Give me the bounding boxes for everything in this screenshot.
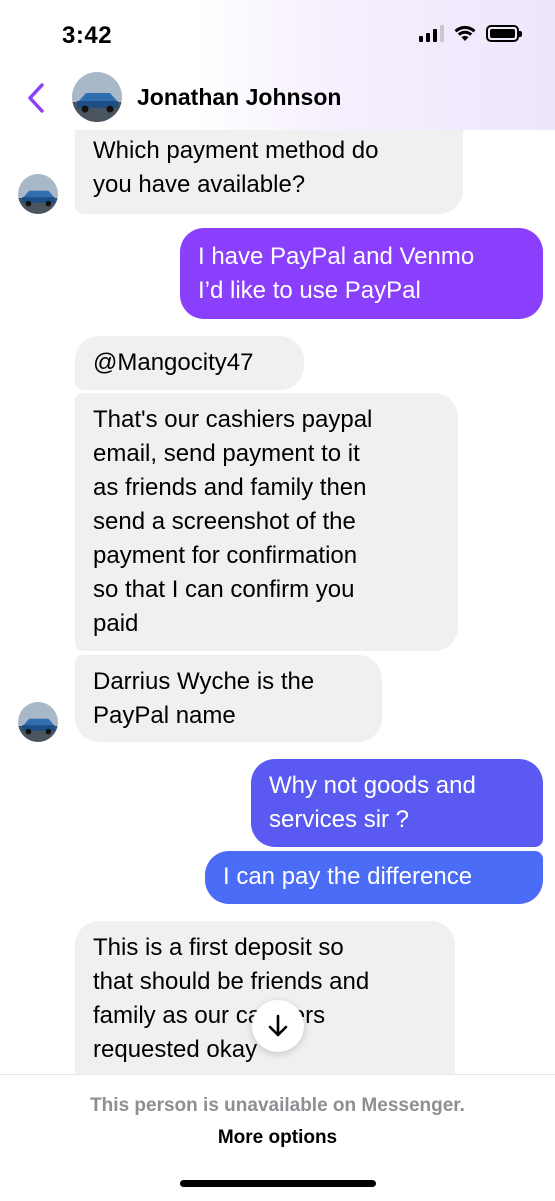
message-bubble[interactable]: I can pay the difference bbox=[205, 851, 543, 904]
message-line: paid bbox=[93, 610, 139, 637]
message-line: that should be friends and bbox=[93, 968, 370, 995]
message-bubble[interactable]: Why not goods and services sir ? bbox=[251, 759, 543, 847]
contact-name[interactable]: Jonathan Johnson bbox=[137, 84, 341, 111]
message-line: This is a first deposit so bbox=[93, 934, 344, 961]
message-line: send a screenshot of the bbox=[93, 508, 356, 535]
message-line: I’d like to use PayPal bbox=[198, 277, 421, 304]
message-line: I can pay the difference bbox=[223, 863, 473, 890]
message-line: I have PayPal and Venmo bbox=[198, 243, 475, 270]
scroll-to-bottom-button[interactable] bbox=[252, 1000, 304, 1052]
avatar[interactable] bbox=[18, 174, 58, 214]
more-options-button[interactable]: More options bbox=[0, 1127, 555, 1149]
message-line: as friends and family then bbox=[93, 474, 367, 501]
message-line: email, send payment to it bbox=[93, 440, 360, 467]
header-bar: 3:42 Jonathan Johnson bbox=[0, 0, 555, 130]
message-line: Why not goods and bbox=[269, 772, 476, 799]
message-line: @Mangocity47 bbox=[93, 349, 254, 376]
message-bubble[interactable]: Darrius Wyche is the PayPal name bbox=[75, 655, 382, 742]
message-bubble[interactable]: That's our cashiers paypal email, send p… bbox=[75, 393, 458, 651]
status-icons bbox=[419, 24, 522, 42]
avatar[interactable] bbox=[18, 702, 58, 742]
home-indicator[interactable] bbox=[180, 1180, 376, 1187]
unavailable-notice: This person is unavailable on Messenger. bbox=[90, 1095, 465, 1116]
arrow-down-icon bbox=[268, 1014, 288, 1037]
chevron-left-icon[interactable] bbox=[22, 80, 52, 116]
message-line: you have available? bbox=[93, 171, 306, 198]
message-line: services sir ? bbox=[269, 806, 410, 833]
message-line: Darrius Wyche is the bbox=[93, 668, 315, 695]
message-line: PayPal name bbox=[93, 702, 236, 729]
battery-icon bbox=[486, 24, 522, 42]
message-line: Which payment method do bbox=[93, 137, 379, 164]
message-bubble[interactable]: I have PayPal and Venmo I’d like to use … bbox=[180, 228, 543, 319]
message-line: so that I can confirm you bbox=[93, 576, 355, 603]
message-bubble[interactable]: @Mangocity47 bbox=[75, 336, 304, 390]
avatar[interactable] bbox=[72, 72, 122, 122]
cellular-signal-icon bbox=[419, 24, 444, 42]
message-line: That's our cashiers paypal bbox=[93, 406, 373, 433]
wifi-icon bbox=[454, 25, 476, 41]
message-bubble[interactable]: Which payment method do you have availab… bbox=[75, 130, 463, 214]
status-time: 3:42 bbox=[62, 22, 113, 49]
message-bubble[interactable]: This is a first deposit so that should b… bbox=[75, 921, 455, 1074]
message-line: payment for confirmation bbox=[93, 542, 358, 569]
